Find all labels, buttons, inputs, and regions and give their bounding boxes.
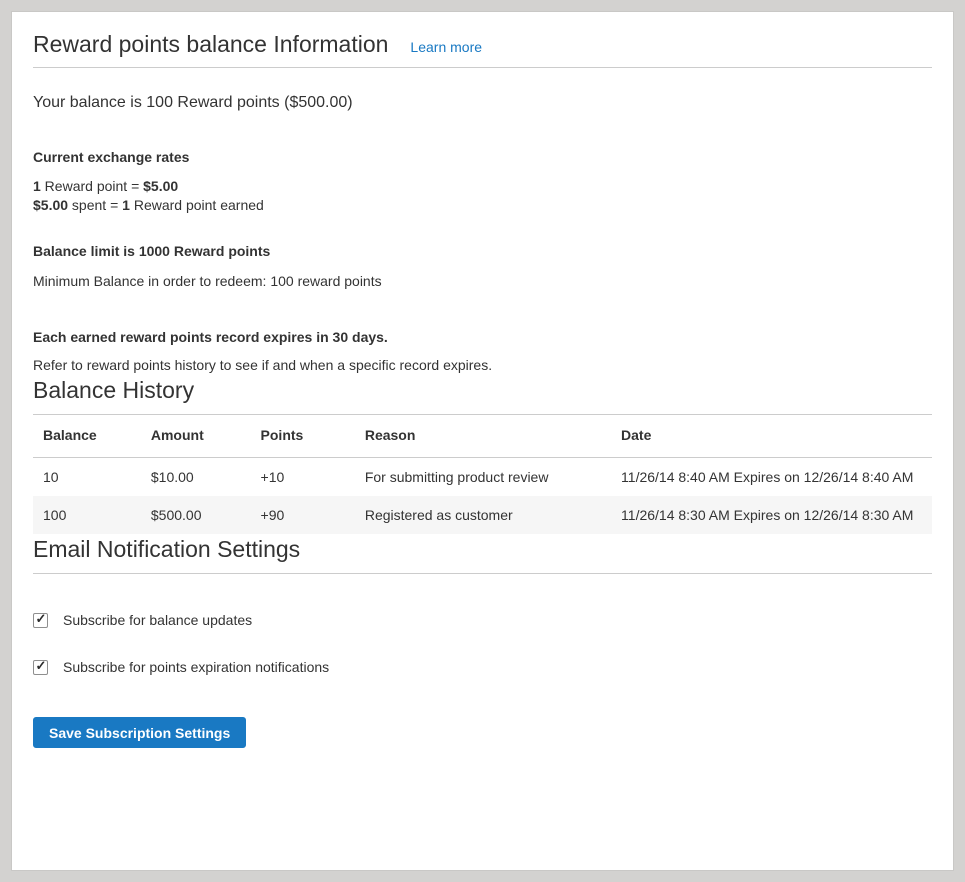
- subscribe-balance-updates-label[interactable]: Subscribe for balance updates: [63, 610, 252, 630]
- table-column-header: Date: [611, 415, 932, 458]
- table-row: 10$10.00+10For submitting product review…: [33, 458, 932, 497]
- exchange-rates-heading: Current exchange rates: [33, 147, 932, 167]
- email-notification-heading: Email Notification Settings: [33, 534, 932, 574]
- table-header-row: BalanceAmountPointsReasonDate: [33, 415, 932, 458]
- expiry-note: Refer to reward points history to see if…: [33, 355, 932, 375]
- exchange-rate-line: 1 Reward point = $5.00: [33, 177, 932, 196]
- table-cell: 10: [33, 458, 141, 497]
- page-title: Reward points balance Information: [33, 30, 388, 58]
- table-cell: 11/26/14 8:40 AM Expires on 12/26/14 8:4…: [611, 458, 932, 497]
- balance-limit-line: Balance limit is 1000 Reward points: [33, 241, 932, 261]
- subscribe-balance-updates-checkbox[interactable]: [33, 613, 48, 628]
- minimum-balance-line: Minimum Balance in order to redeem: 100 …: [33, 271, 932, 291]
- subscribe-expiration-label[interactable]: Subscribe for points expiration notifica…: [63, 657, 329, 677]
- reward-points-card: Reward points balance Information Learn …: [11, 11, 954, 871]
- table-cell: +10: [251, 458, 355, 497]
- table-cell: $500.00: [141, 496, 251, 534]
- subscribe-expiration-row: Subscribe for points expiration notifica…: [33, 657, 932, 677]
- balance-summary: Your balance is 100 Reward points ($500.…: [33, 92, 932, 114]
- table-cell: 100: [33, 496, 141, 534]
- table-cell: +90: [251, 496, 355, 534]
- learn-more-link[interactable]: Learn more: [410, 39, 482, 55]
- exchange-rates-lines: 1 Reward point = $5.00 $5.00 spent = 1 R…: [33, 177, 932, 215]
- table-cell: $10.00: [141, 458, 251, 497]
- balance-history-body: 10$10.00+10For submitting product review…: [33, 458, 932, 535]
- table-row: 100$500.00+90Registered as customer11/26…: [33, 496, 932, 534]
- subscribe-expiration-checkbox[interactable]: [33, 660, 48, 675]
- page-title-row: Reward points balance Information Learn …: [33, 30, 932, 68]
- table-column-header: Balance: [33, 415, 141, 458]
- balance-history-table: BalanceAmountPointsReasonDate 10$10.00+1…: [33, 415, 932, 534]
- expiry-line: Each earned reward points record expires…: [33, 327, 932, 347]
- save-subscription-settings-button[interactable]: Save Subscription Settings: [33, 717, 246, 748]
- table-column-header: Amount: [141, 415, 251, 458]
- subscribe-balance-updates-row: Subscribe for balance updates: [33, 610, 932, 630]
- table-column-header: Points: [251, 415, 355, 458]
- exchange-rate-line: $5.00 spent = 1 Reward point earned: [33, 196, 932, 215]
- table-cell: 11/26/14 8:30 AM Expires on 12/26/14 8:3…: [611, 496, 932, 534]
- table-cell: For submitting product review: [355, 458, 611, 497]
- table-column-header: Reason: [355, 415, 611, 458]
- balance-history-heading: Balance History: [33, 375, 932, 415]
- table-cell: Registered as customer: [355, 496, 611, 534]
